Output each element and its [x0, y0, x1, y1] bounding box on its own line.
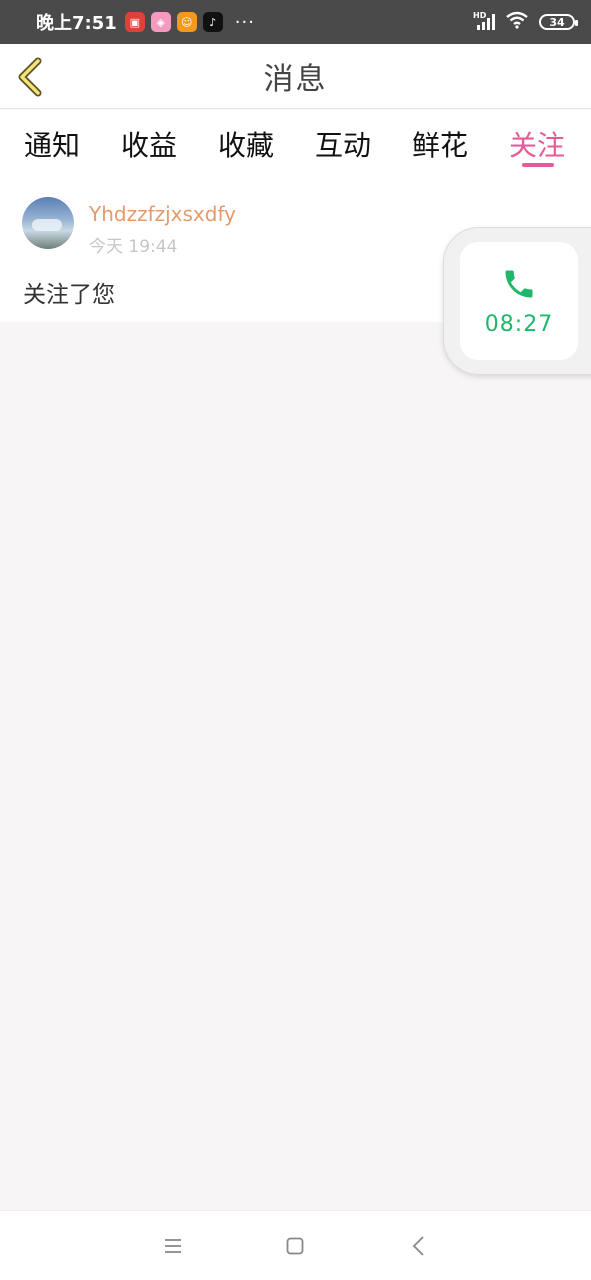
wifi-icon	[505, 11, 529, 33]
tab-flowers[interactable]: 鲜花	[412, 124, 468, 164]
tab-bar: 通知 收益 收藏 互动 鲜花 关注	[0, 110, 591, 176]
tab-interactions[interactable]: 互动	[315, 124, 371, 164]
tab-earnings[interactable]: 收益	[121, 124, 177, 164]
more-notifications-icon: ···	[234, 11, 255, 33]
back-button[interactable]	[12, 56, 48, 98]
menu-icon	[165, 1239, 181, 1253]
system-back-button[interactable]	[406, 1233, 432, 1259]
chevron-left-icon	[18, 57, 42, 97]
square-home-icon	[286, 1237, 304, 1255]
tab-follows[interactable]: 关注	[509, 124, 565, 164]
tab-favorites[interactable]: 收藏	[218, 124, 274, 164]
home-button[interactable]	[282, 1233, 308, 1259]
active-tab-indicator	[522, 163, 554, 167]
message-text: 关注了您	[23, 282, 115, 308]
avatar[interactable]	[22, 197, 74, 249]
signal-icon: HD	[473, 11, 495, 31]
header: 消息	[0, 44, 591, 109]
page-title: 消息	[263, 62, 328, 97]
call-duration: 08:27	[484, 311, 554, 337]
message-timestamp: 今天 19:44	[89, 237, 178, 257]
tiktok-app-icon: ♪	[202, 12, 223, 32]
avatar-cloud-decoration	[32, 219, 62, 231]
taobao-app-icon: ☺	[176, 12, 197, 32]
status-time: 晚上7:51	[36, 13, 117, 34]
app-notification-icon: ▣	[124, 12, 145, 32]
tab-notifications[interactable]: 通知	[24, 124, 80, 164]
back-arrow-icon	[412, 1236, 424, 1256]
message-username[interactable]: Yhdzzfzjxsxdfy	[89, 202, 236, 226]
system-navigation-bar	[0, 1210, 591, 1280]
phone-icon	[505, 270, 533, 297]
call-widget-panel[interactable]: 08:27	[460, 242, 578, 360]
status-bar: 晚上7:51 ▣ ◈ ☺ ♪ ··· HD 34	[0, 0, 591, 44]
gallery-app-icon: ◈	[150, 12, 171, 32]
menu-button[interactable]	[160, 1233, 186, 1259]
battery-indicator: 34	[539, 14, 578, 30]
floating-call-widget[interactable]: 08:27	[443, 227, 591, 375]
